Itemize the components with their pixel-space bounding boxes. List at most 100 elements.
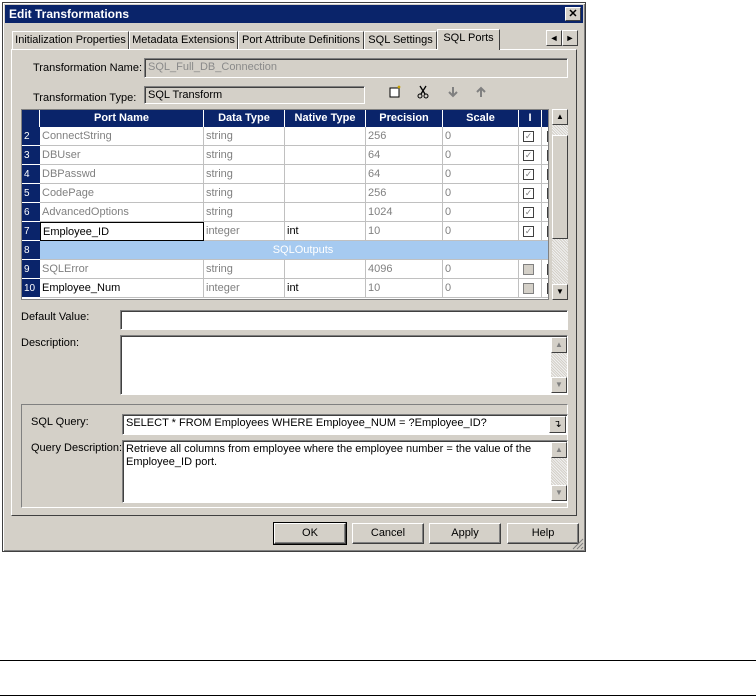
scale-cell[interactable]: 0 xyxy=(443,260,519,279)
table-row[interactable]: 6 AdvancedOptions string 1024 0 ✓ xyxy=(22,203,548,222)
native-type-cell[interactable]: int xyxy=(285,279,366,298)
scroll-up-icon[interactable]: ▲ xyxy=(551,442,567,458)
output-checkbox[interactable]: ✓ xyxy=(547,264,548,275)
data-type-cell[interactable]: string xyxy=(204,165,285,184)
cut-icon[interactable] xyxy=(414,85,432,103)
port-name-cell[interactable]: AdvancedOptions xyxy=(40,203,204,222)
port-name-cell[interactable]: Employee_Num xyxy=(40,279,204,298)
scale-cell[interactable]: 0 xyxy=(443,203,519,222)
output-checkbox[interactable] xyxy=(547,131,548,142)
col-header-scale[interactable]: Scale xyxy=(443,110,519,127)
description-scrollbar[interactable]: ▲ ▼ xyxy=(551,337,567,393)
precision-cell[interactable]: 64 xyxy=(366,165,443,184)
data-type-cell[interactable]: integer xyxy=(204,279,285,298)
scale-cell[interactable]: 0 xyxy=(443,222,519,241)
input-checkbox[interactable]: ✓ xyxy=(523,188,534,199)
port-name-cell[interactable]: DBUser xyxy=(40,146,204,165)
resize-grip-icon[interactable] xyxy=(572,538,584,550)
tab-scroll-right-icon[interactable]: ► xyxy=(562,30,578,46)
col-header-port-name[interactable]: Port Name xyxy=(40,110,204,127)
table-row[interactable]: 9 SQLError string 4096 0 ✓ xyxy=(22,260,548,279)
scroll-down-icon[interactable]: ▼ xyxy=(551,377,567,393)
tab-initialization-properties[interactable]: Initialization Properties xyxy=(12,31,129,49)
scroll-up-icon[interactable]: ▲ xyxy=(551,337,567,353)
output-checkbox[interactable]: ✓ xyxy=(547,283,548,294)
output-checkbox[interactable] xyxy=(547,207,548,218)
cancel-button[interactable]: Cancel xyxy=(352,523,424,544)
input-checkbox[interactable]: ✓ xyxy=(523,169,534,180)
native-type-cell[interactable] xyxy=(285,260,366,279)
scale-cell[interactable]: 0 xyxy=(443,184,519,203)
help-button[interactable]: Help xyxy=(507,523,579,544)
data-type-cell[interactable]: string xyxy=(204,203,285,222)
input-checkbox[interactable]: ✓ xyxy=(523,131,534,142)
precision-cell[interactable]: 10 xyxy=(366,279,443,298)
col-header-output[interactable]: O xyxy=(542,110,548,127)
table-row[interactable]: 5 CodePage string 256 0 ✓ xyxy=(22,184,548,203)
description-textarea[interactable] xyxy=(120,335,568,395)
table-row[interactable]: 7 Employee_ID integer int 10 0 ✓ xyxy=(22,222,548,241)
default-value-input[interactable] xyxy=(120,310,568,330)
data-type-cell[interactable]: string xyxy=(204,260,285,279)
port-name-cell[interactable]: DBPasswd xyxy=(40,165,204,184)
native-type-cell[interactable] xyxy=(285,165,366,184)
precision-cell[interactable]: 256 xyxy=(366,127,443,146)
col-header-data-type[interactable]: Data Type xyxy=(204,110,285,127)
col-header-precision[interactable]: Precision xyxy=(366,110,443,127)
scale-cell[interactable]: 0 xyxy=(443,127,519,146)
table-row[interactable]: 2 ConnectString string 256 0 ✓ xyxy=(22,127,548,146)
input-checkbox[interactable]: ✓ xyxy=(523,207,534,218)
apply-button[interactable]: Apply xyxy=(429,523,501,544)
tab-sql-ports[interactable]: SQL Ports xyxy=(437,29,500,50)
port-name-cell[interactable]: CodePage xyxy=(40,184,204,203)
tab-scroll-left-icon[interactable]: ◄ xyxy=(546,30,562,46)
port-name-cell[interactable]: SQLError xyxy=(40,260,204,279)
port-name-cell[interactable]: Employee_ID xyxy=(40,222,204,241)
transformation-name-field[interactable]: SQL_Full_DB_Connection xyxy=(144,58,568,78)
new-port-icon[interactable] xyxy=(386,85,404,103)
close-icon[interactable]: ✕ xyxy=(565,7,581,21)
port-name-cell[interactable]: ConnectString xyxy=(40,127,204,146)
data-type-cell[interactable]: integer xyxy=(204,222,285,241)
scroll-up-icon[interactable]: ▲ xyxy=(552,109,568,125)
native-type-cell[interactable] xyxy=(285,184,366,203)
scroll-down-icon[interactable]: ▼ xyxy=(552,284,568,300)
grid-scrollbar[interactable]: ▲ ▼ xyxy=(552,109,568,300)
group-row[interactable]: 8 SQLOutputs xyxy=(22,241,548,260)
move-down-icon[interactable] xyxy=(444,85,462,103)
scroll-thumb[interactable] xyxy=(552,135,568,239)
precision-cell[interactable]: 256 xyxy=(366,184,443,203)
scroll-down-icon[interactable]: ▼ xyxy=(551,485,567,501)
output-checkbox[interactable] xyxy=(547,169,548,180)
input-checkbox[interactable]: ✓ xyxy=(523,150,534,161)
table-row[interactable]: 10 Employee_Num integer int 10 0 ✓ xyxy=(22,279,548,298)
tab-port-attribute-definitions[interactable]: Port Attribute Definitions xyxy=(238,31,364,49)
native-type-cell[interactable] xyxy=(285,146,366,165)
output-checkbox[interactable] xyxy=(547,226,548,237)
sql-query-input[interactable]: SELECT * FROM Employees WHERE Employee_N… xyxy=(122,414,568,435)
native-type-cell[interactable]: int xyxy=(285,222,366,241)
table-row[interactable]: 3 DBUser string 64 0 ✓ xyxy=(22,146,548,165)
query-description-textarea[interactable]: Retrieve all columns from employee where… xyxy=(122,440,568,503)
precision-cell[interactable]: 1024 xyxy=(366,203,443,222)
sql-query-dropdown-icon[interactable]: ↴ xyxy=(549,416,566,433)
output-checkbox[interactable] xyxy=(547,188,548,199)
output-checkbox[interactable] xyxy=(547,150,548,161)
native-type-cell[interactable] xyxy=(285,127,366,146)
precision-cell[interactable]: 64 xyxy=(366,146,443,165)
move-up-icon[interactable] xyxy=(472,85,490,103)
tab-metadata-extensions[interactable]: Metadata Extensions xyxy=(129,31,238,49)
scale-cell[interactable]: 0 xyxy=(443,165,519,184)
col-header-native-type[interactable]: Native Type xyxy=(285,110,366,127)
col-header-input[interactable]: I xyxy=(519,110,542,127)
tab-sql-settings[interactable]: SQL Settings xyxy=(364,31,437,49)
data-type-cell[interactable]: string xyxy=(204,146,285,165)
scale-cell[interactable]: 0 xyxy=(443,279,519,298)
precision-cell[interactable]: 4096 xyxy=(366,260,443,279)
precision-cell[interactable]: 10 xyxy=(366,222,443,241)
ok-button[interactable]: OK xyxy=(273,522,347,545)
data-type-cell[interactable]: string xyxy=(204,127,285,146)
table-row[interactable]: 4 DBPasswd string 64 0 ✓ xyxy=(22,165,548,184)
query-description-scrollbar[interactable]: ▲ ▼ xyxy=(551,442,567,501)
scale-cell[interactable]: 0 xyxy=(443,146,519,165)
